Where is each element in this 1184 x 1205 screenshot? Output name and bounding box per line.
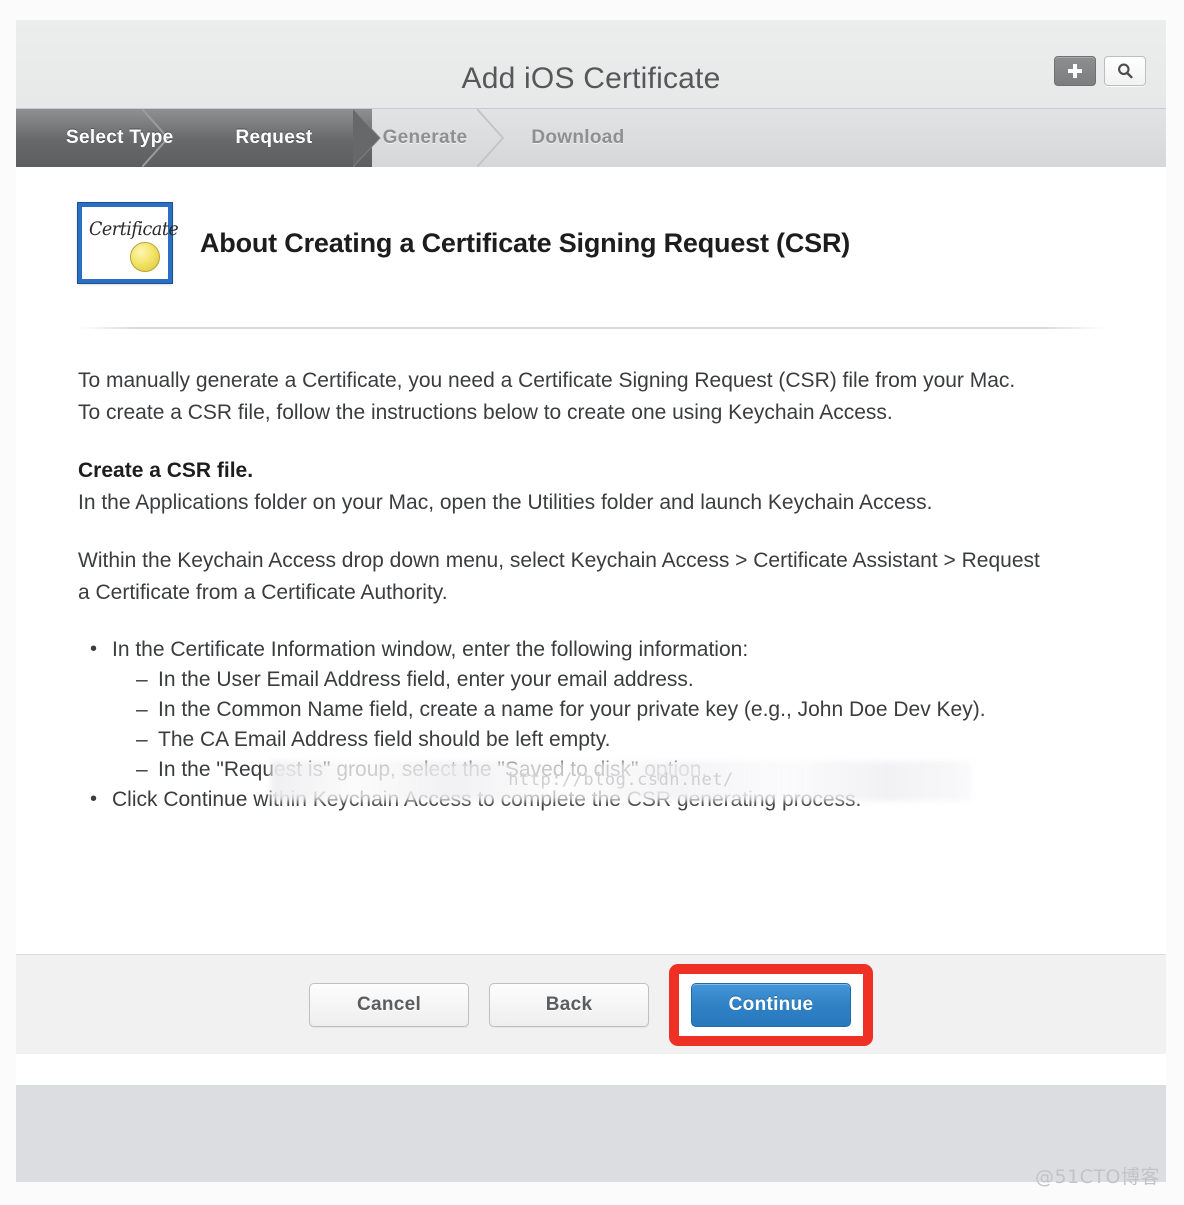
search-button[interactable]: [1104, 56, 1146, 86]
back-button[interactable]: Back: [489, 982, 649, 1027]
certificate-icon: Certificate: [78, 203, 179, 283]
cancel-button[interactable]: Cancel: [309, 982, 469, 1027]
instruction-list: In the Certificate Information window, e…: [78, 634, 1104, 815]
section-divider: [78, 327, 1104, 329]
list-item: In the Certificate Information window, e…: [78, 634, 1104, 785]
step-request-label: Request: [235, 127, 313, 148]
list-item-text: Click Continue within Keychain Access to…: [112, 788, 862, 811]
body-copy: To manually generate a Certificate, you …: [16, 365, 1166, 815]
continue-button[interactable]: Continue: [691, 982, 851, 1027]
step-download-label: Download: [531, 127, 625, 148]
search-icon: [1118, 63, 1133, 79]
plus-icon: [1067, 63, 1083, 79]
add-button[interactable]: [1054, 56, 1096, 86]
page-right-gutter: [1166, 0, 1184, 1205]
step-chevron-2-icon: [353, 109, 383, 167]
step-breadcrumb: Select Type Request Generate Download: [16, 109, 1166, 167]
continue-highlight-annotation: Continue: [669, 963, 873, 1046]
certificate-icon-label: Certificate: [89, 218, 179, 240]
list-subitem: In the Common Name field, create a name …: [136, 695, 1104, 725]
step-chevron-3-icon: [476, 109, 507, 167]
titlebar-actions: [1054, 56, 1146, 86]
page-title: Add iOS Certificate: [461, 62, 721, 95]
list-subitem: In the User Email Address field, enter y…: [136, 665, 1104, 695]
step-download[interactable]: Download: [531, 109, 624, 167]
certificate-seal-icon: [130, 242, 160, 272]
certificate-header: Certificate About Creating a Certificate…: [16, 167, 1166, 283]
instruction-sublist: In the User Email Address field, enter y…: [112, 665, 1104, 785]
list-subitem: In the "Request is" group, select the "S…: [136, 755, 1104, 785]
window-titlebar: Add iOS Certificate: [16, 20, 1166, 109]
list-subitem: The CA Email Address field should be lef…: [136, 725, 1104, 755]
intro-paragraph: To manually generate a Certificate, you …: [78, 369, 1016, 424]
list-item-text: In the Certificate Information window, e…: [112, 638, 749, 661]
corner-watermark: @51CTO博客: [1034, 1166, 1160, 1188]
page-bottom-area: @51CTO博客: [0, 1085, 1184, 1205]
page-left-gutter: [0, 0, 16, 1205]
step-generate-label: Generate: [382, 127, 468, 148]
menu-paragraph: Within the Keychain Access drop down men…: [78, 549, 1040, 604]
list-item: Click Continue within Keychain Access to…: [78, 784, 1104, 815]
page-bottom-panel: [16, 1085, 1166, 1182]
step-select-type-label: Select Type: [66, 127, 174, 148]
create-csr-heading: Create a CSR file.: [78, 459, 254, 482]
dialog-footer: Cancel Back Continue: [16, 954, 1166, 1054]
content-panel: Certificate About Creating a Certificate…: [16, 167, 1166, 954]
screenshot-root: Add iOS Certificate Select Type Request …: [0, 0, 1184, 1205]
add-certificate-window: Add iOS Certificate Select Type Request …: [16, 20, 1166, 1205]
section-heading: About Creating a Certificate Signing Req…: [200, 227, 851, 258]
page-top-gutter: [0, 0, 1184, 20]
create-csr-paragraph: In the Applications folder on your Mac, …: [78, 491, 933, 514]
